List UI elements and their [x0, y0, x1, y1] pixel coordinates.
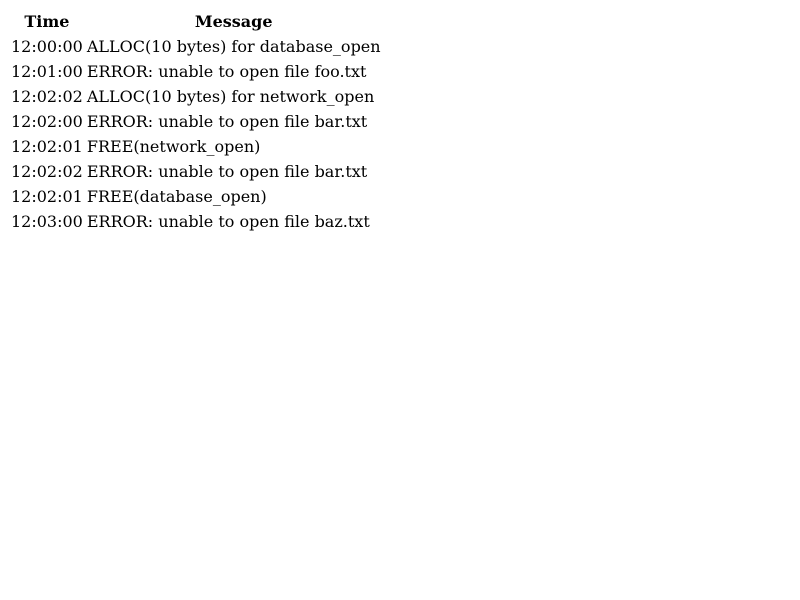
table-row: 12:02:02 ERROR: unable to open file bar.… [10, 160, 382, 183]
message-cell: ALLOC(10 bytes) for database_open [86, 37, 381, 56]
message-cell: ERROR: unable to open file bar.txt [86, 112, 368, 131]
message-column-header: Message [194, 12, 273, 31]
table-row: 12:03:00 ERROR: unable to open file baz.… [10, 210, 382, 233]
table-row: 12:02:02 ALLOC(10 bytes) for network_ope… [10, 85, 382, 108]
header-row: Time Message [10, 10, 382, 33]
message-cell: ALLOC(10 bytes) for network_open [86, 87, 375, 106]
log-table: Time Message 12:00:00 ALLOC(10 bytes) fo… [8, 8, 384, 235]
message-cell: ERROR: unable to open file baz.txt [86, 212, 370, 231]
table-row: 12:01:00 ERROR: unable to open file foo.… [10, 60, 382, 83]
time-cell: 12:02:02 [11, 162, 83, 181]
message-cell: ERROR: unable to open file foo.txt [86, 62, 367, 81]
message-cell: ERROR: unable to open file bar.txt [86, 162, 368, 181]
table-row: 12:00:00 ALLOC(10 bytes) for database_op… [10, 35, 382, 58]
table-row: 12:02:01 FREE(network_open) [10, 135, 382, 158]
time-cell: 12:02:00 [11, 112, 83, 131]
table-row: 12:02:00 ERROR: unable to open file bar.… [10, 110, 382, 133]
message-cell: FREE(database_open) [86, 187, 267, 206]
table-row: 12:02:01 FREE(database_open) [10, 185, 382, 208]
time-cell: 12:01:00 [11, 62, 83, 81]
message-cell: FREE(network_open) [86, 137, 261, 156]
time-cell: 12:03:00 [11, 212, 83, 231]
log-table-header: Time Message [10, 10, 382, 33]
time-cell: 12:02:01 [11, 137, 83, 156]
time-column-header: Time [24, 12, 70, 31]
log-table-body: 12:00:00 ALLOC(10 bytes) for database_op… [10, 35, 382, 233]
time-cell: 12:02:01 [11, 187, 83, 206]
time-cell: 12:00:00 [11, 37, 83, 56]
time-cell: 12:02:02 [11, 87, 83, 106]
